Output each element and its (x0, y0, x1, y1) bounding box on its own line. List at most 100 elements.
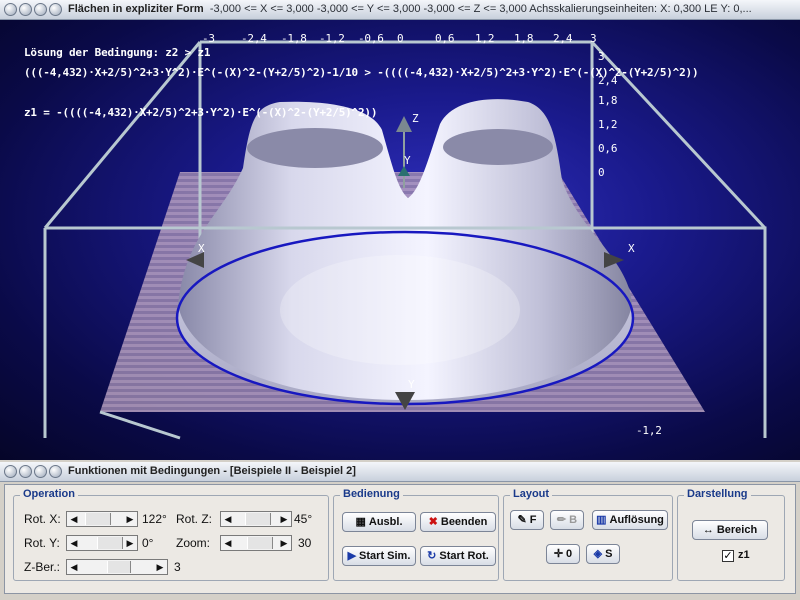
layout-group: Layout ✎ F ✏ B ▥ Auflösung ✛ 0 ◈ S (503, 488, 673, 581)
grid-icon: ▥ (596, 514, 607, 526)
top-window-titlebar[interactable]: Flächen in expliziter Form -3,000 <= X <… (0, 0, 800, 20)
rot-x-slider[interactable]: ◀ ▶ (66, 511, 138, 527)
tick-right-0: 3 (598, 50, 605, 63)
minimize-icon[interactable] (19, 3, 32, 16)
surface-highlight (280, 255, 520, 365)
minimize-icon[interactable] (19, 465, 32, 478)
tick-top-7: 1,2 (475, 32, 495, 45)
rot-y-label: Rot. Y: (24, 536, 60, 550)
beenden-label: Beenden (440, 516, 488, 528)
equation-condition-title: Lösung der Bedingung: z2 > z1 (24, 46, 211, 59)
z-ber-left-arrow-icon[interactable]: ◀ (68, 561, 80, 573)
zoom-label: Zoom: (176, 536, 211, 550)
bottom-window-title: Funktionen mit Bedingungen - [Beispiele … (68, 465, 356, 477)
rot-x-right-arrow-icon[interactable]: ▶ (124, 513, 136, 525)
bereich-button[interactable]: ↔ Bereich (692, 520, 768, 540)
plot-canvas[interactable]: -3 -2,4 -1,8 -1,2 -0,6 0 0,6 1,2 1,8 2,4… (0, 20, 800, 460)
bedienung-title: Bedienung (340, 488, 403, 500)
rot-z-thumb[interactable] (245, 513, 271, 525)
rot-z-label: Rot. Z: (176, 512, 213, 526)
origin-button[interactable]: ✛ 0 (546, 544, 580, 564)
darstellung-group: Darstellung ↔ Bereich ✓ z1 (677, 488, 785, 581)
brush-icon: ✎ (517, 514, 527, 526)
crosshair-icon: ✛ (553, 548, 564, 560)
window-menu-icon[interactable] (4, 3, 17, 16)
window-menu-icon[interactable] (4, 465, 17, 478)
y-axis-cone-top (398, 166, 410, 176)
y-axis-label-bottom: Y (408, 378, 415, 391)
rot-x-label: Rot. X: (24, 512, 61, 526)
start-rot-button[interactable]: ↻ Start Rot. (420, 546, 496, 566)
plot-graphic (43, 40, 767, 440)
z-ber-label: Z-Ber.: (24, 560, 61, 574)
tick-top-3: -1,2 (319, 32, 345, 45)
aufloesung-label: Auflösung (609, 514, 664, 526)
z-ber-value: 3 (174, 560, 181, 574)
maximize-icon[interactable] (34, 465, 47, 478)
tick-top-8: 1,8 (514, 32, 534, 45)
start-sim-button[interactable]: ▶ Start Sim. (342, 546, 416, 566)
hide-icon: ▦ (355, 516, 366, 528)
zoom-value: 30 (298, 536, 312, 550)
zoom-right-arrow-icon[interactable]: ▶ (278, 537, 290, 549)
tick-top-2: -1,8 (281, 32, 307, 45)
rot-y-thumb[interactable] (97, 537, 123, 549)
z-ber-thumb[interactable] (107, 561, 131, 573)
rot-y-right-arrow-icon[interactable]: ▶ (124, 537, 136, 549)
rotate-icon: ↻ (427, 550, 437, 562)
tick-top-9: 2,4 (553, 32, 573, 45)
zoom-thumb[interactable] (247, 537, 273, 549)
darstellung-title: Darstellung (684, 488, 751, 500)
aufloesung-button[interactable]: ▥ Auflösung (592, 510, 668, 530)
rot-z-left-arrow-icon[interactable]: ◀ (222, 513, 234, 525)
rot-z-value: 45° (294, 512, 313, 526)
bottom-border (0, 594, 800, 600)
rot-y-slider[interactable]: ◀ ▶ (66, 535, 138, 551)
close-icon[interactable] (49, 465, 62, 478)
z-ber-slider[interactable]: ◀ ▶ (66, 559, 168, 575)
ausblenden-button[interactable]: ▦ Ausbl. (342, 512, 416, 532)
start-rot-label: Start Rot. (439, 550, 489, 562)
maximize-icon[interactable] (34, 3, 47, 16)
start-sim-label: Start Sim. (359, 550, 411, 562)
style-button[interactable]: ◈ S (586, 544, 620, 564)
equation-condition: (((-4,432)·X+2/5)^2+3·Y^2)·E^(-(X)^2-(Y+… (24, 66, 699, 79)
tick-right-4: 0,6 (598, 142, 618, 155)
y-axis-label-top: Y (404, 154, 411, 167)
x-axis-label-left: X (198, 242, 205, 255)
tick-top-5: 0 (397, 32, 404, 45)
tick-top-1: -2,4 (241, 32, 267, 45)
z1-checkbox-label: z1 (738, 549, 750, 561)
border-color-button[interactable]: ✏ B (550, 510, 584, 530)
tick-top-4: -0,6 (358, 32, 384, 45)
rot-z-slider[interactable]: ◀ ▶ (220, 511, 292, 527)
rot-x-thumb[interactable] (85, 513, 111, 525)
zoom-left-arrow-icon[interactable]: ◀ (222, 537, 234, 549)
operation-group: Operation Rot. X: ◀ ▶ 122° Rot. Y: ◀ ▶ 0… (13, 488, 329, 581)
tick-top-10: 3 (590, 32, 597, 45)
rot-y-left-arrow-icon[interactable]: ◀ (68, 537, 80, 549)
z1-checkbox[interactable]: ✓ (722, 550, 734, 562)
layout-title: Layout (510, 488, 553, 500)
close-icon[interactable] (49, 3, 62, 16)
z-axis-label: Z (412, 112, 419, 125)
paint-icon: ◈ (593, 548, 603, 560)
tick-right-5: 0 (598, 166, 605, 179)
left-peak-opening (247, 128, 383, 168)
beenden-button[interactable]: ✖ Beenden (420, 512, 496, 532)
fill-color-button[interactable]: ✎ F (510, 510, 544, 530)
rot-x-left-arrow-icon[interactable]: ◀ (68, 513, 80, 525)
rot-x-value: 122° (142, 512, 167, 526)
rot-z-right-arrow-icon[interactable]: ▶ (278, 513, 290, 525)
bereich-label: Bereich (716, 524, 758, 536)
right-peak-opening (443, 129, 553, 165)
equation-z1: z1 = -((((-4,432)·X+2/5)^2+3·Y^2)·E^(-(X… (24, 106, 378, 119)
play-icon: ▶ (347, 550, 357, 562)
bottom-window-titlebar[interactable]: Funktionen mit Bedingungen - [Beispiele … (0, 462, 800, 482)
z-axis-cone (396, 116, 412, 132)
zoom-slider[interactable]: ◀ ▶ (220, 535, 292, 551)
control-panel: Operation Rot. X: ◀ ▶ 122° Rot. Y: ◀ ▶ 0… (4, 484, 796, 594)
close-x-icon: ✖ (428, 516, 438, 528)
border-color-label: B (569, 514, 578, 526)
z-ber-right-arrow-icon[interactable]: ▶ (154, 561, 166, 573)
